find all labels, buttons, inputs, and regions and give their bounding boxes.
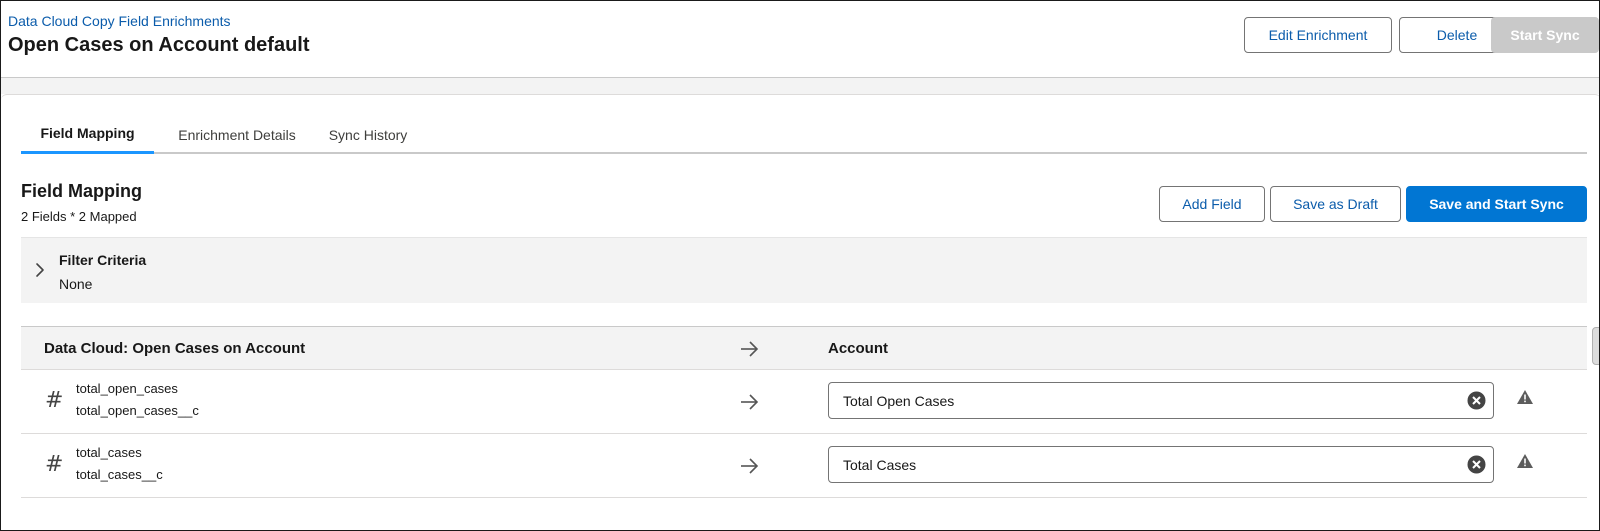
- add-field-button[interactable]: Add Field: [1159, 186, 1265, 222]
- source-field-name: total_open_cases: [76, 381, 178, 396]
- tab-enrichment-details[interactable]: Enrichment Details: [167, 115, 307, 154]
- tab-bar: Field Mapping Enrichment Details Sync Hi…: [21, 115, 1587, 154]
- mapping-summary: 2 Fields * 2 Mapped: [21, 209, 137, 224]
- save-as-draft-button[interactable]: Save as Draft: [1270, 186, 1401, 222]
- chevron-right-icon[interactable]: [33, 259, 47, 281]
- arrow-right-icon: [741, 458, 759, 474]
- page-header: Data Cloud Copy Field Enrichments Open C…: [1, 1, 1599, 78]
- source-field-api-name: total_open_cases__c: [76, 403, 199, 418]
- source-column-header: Data Cloud: Open Cases on Account: [44, 340, 306, 357]
- warning-icon: [1517, 390, 1533, 404]
- clear-icon[interactable]: [1467, 391, 1486, 410]
- source-field-api-name: total_cases__c: [76, 467, 163, 482]
- number-icon: #: [45, 452, 64, 477]
- header-shadow-band: [1, 78, 1599, 94]
- mapping-table-header: Data Cloud: Open Cases on Account Accoun…: [21, 326, 1587, 370]
- start-sync-button[interactable]: Start Sync: [1491, 17, 1599, 53]
- scrollbar-handle[interactable]: [1592, 327, 1599, 365]
- content-card: Field Mapping Enrichment Details Sync Hi…: [1, 94, 1599, 530]
- app-frame: Data Cloud Copy Field Enrichments Open C…: [0, 0, 1600, 531]
- table-row: # total_open_cases total_open_cases__c T…: [21, 370, 1587, 434]
- filter-criteria-title: Filter Criteria: [59, 252, 147, 268]
- arrow-right-icon: [741, 394, 759, 410]
- tab-sync-history[interactable]: Sync History: [321, 115, 415, 154]
- page-title: Open Cases on Account default: [8, 34, 310, 56]
- target-field-combobox[interactable]: Total Open Cases: [828, 382, 1494, 419]
- save-and-start-sync-button[interactable]: Save and Start Sync: [1406, 186, 1587, 222]
- source-field-name: total_cases: [76, 445, 142, 460]
- warning-icon: [1517, 454, 1533, 468]
- section-title: Field Mapping: [21, 181, 142, 201]
- arrow-right-icon: [741, 341, 759, 357]
- filter-criteria-value: None: [59, 276, 93, 292]
- clear-icon[interactable]: [1467, 455, 1486, 474]
- edit-enrichment-button[interactable]: Edit Enrichment: [1244, 17, 1392, 53]
- number-icon: #: [45, 388, 64, 413]
- target-column-header: Account: [828, 340, 888, 357]
- filter-criteria-panel[interactable]: Filter Criteria None: [21, 237, 1587, 303]
- tab-field-mapping[interactable]: Field Mapping: [21, 115, 154, 154]
- target-field-combobox[interactable]: Total Cases: [828, 446, 1494, 483]
- table-row: # total_cases total_cases__c Total Cases: [21, 434, 1587, 498]
- breadcrumb[interactable]: Data Cloud Copy Field Enrichments: [8, 13, 231, 29]
